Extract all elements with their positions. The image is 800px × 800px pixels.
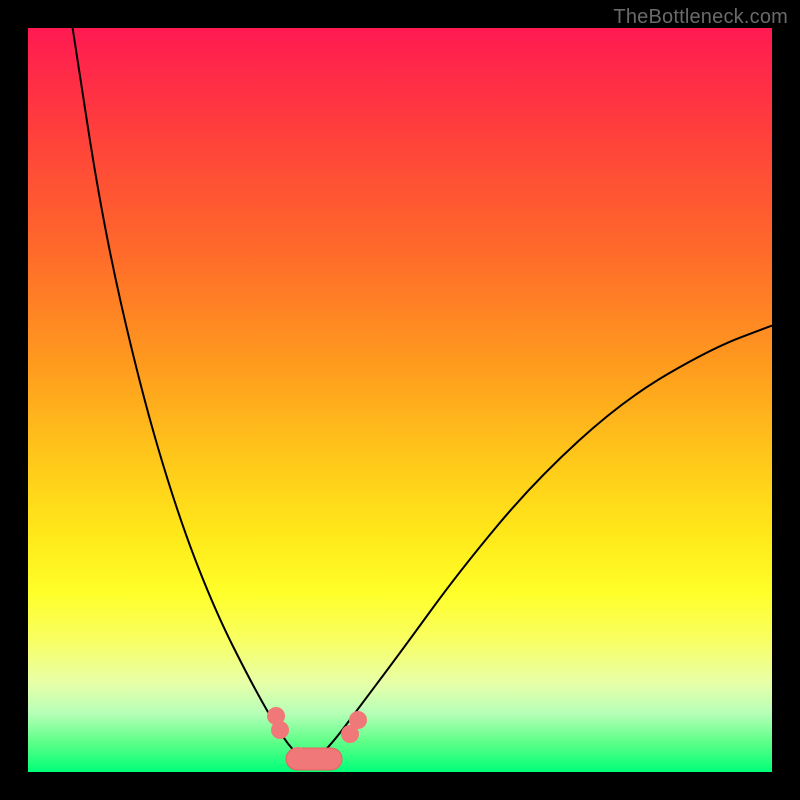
valley-dot <box>321 749 339 767</box>
valley-dot <box>305 751 323 769</box>
curve-layer <box>28 28 772 772</box>
chart-frame: TheBottleneck.com <box>0 0 800 800</box>
valley-dot <box>271 721 289 739</box>
valley-dot <box>349 711 367 729</box>
bottleneck-curve <box>73 28 772 760</box>
watermark-text: TheBottleneck.com <box>613 6 788 29</box>
valley-dot <box>289 747 307 765</box>
valley-marker-cluster <box>267 707 367 770</box>
plot-area <box>28 28 772 772</box>
